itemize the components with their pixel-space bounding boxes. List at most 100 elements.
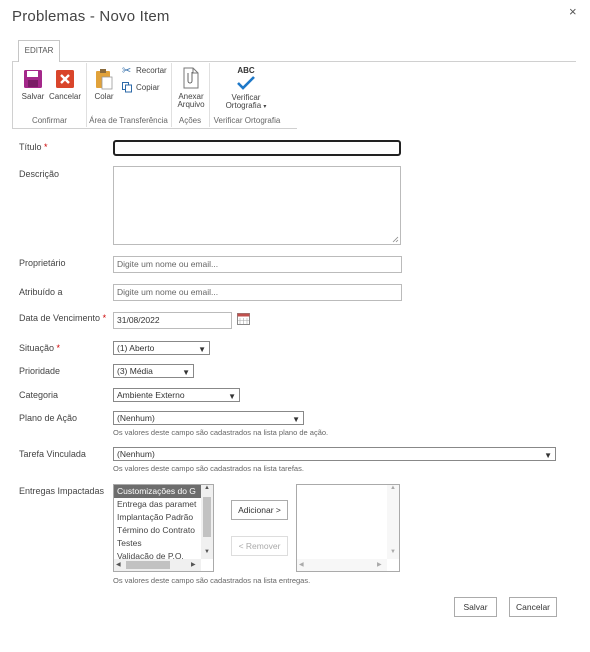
- priority-select[interactable]: (3) Média ▼: [113, 364, 194, 378]
- scroll-thumb[interactable]: [126, 561, 170, 569]
- paste-label: Colar: [94, 92, 114, 101]
- status-label-text: Situação: [19, 343, 55, 353]
- priority-label: Prioridade: [19, 366, 61, 376]
- status-label: Situação *: [19, 343, 60, 353]
- copy-label: Copiar: [136, 83, 160, 92]
- save-icon: [24, 70, 42, 88]
- assigned-input[interactable]: Digite um nome ou email...: [113, 284, 402, 301]
- chevron-down-icon: ▼: [198, 345, 206, 354]
- tab-editar[interactable]: EDITAR: [18, 40, 60, 62]
- list-item[interactable]: Testes: [114, 537, 201, 550]
- due-date-label: Data de Vencimento *: [19, 313, 106, 323]
- deliverables-hint: Os valores deste campo são cadastrados n…: [113, 576, 311, 585]
- action-plan-hint: Os valores deste campo são cadastrados n…: [113, 428, 329, 437]
- list-item[interactable]: Validação de P.O.: [114, 550, 201, 559]
- save-ribbon-button[interactable]: Salvar: [18, 67, 48, 107]
- cancel-ribbon-button[interactable]: Cancelar: [48, 67, 82, 107]
- spellcheck-button[interactable]: ABC Verificar Ortografia ▾: [220, 66, 272, 112]
- action-plan-select-value: (Nenhum): [117, 413, 155, 423]
- vertical-scrollbar[interactable]: ▲ ▼: [201, 485, 213, 559]
- spellcheck-label-line2: Ortografia ▾: [220, 101, 272, 110]
- scroll-left-icon[interactable]: ◀: [116, 561, 121, 568]
- scroll-up-icon[interactable]: ▲: [390, 485, 396, 491]
- required-marker: *: [44, 142, 48, 152]
- chevron-down-icon: ▼: [544, 451, 552, 460]
- status-select[interactable]: (1) Aberto ▼: [113, 341, 210, 355]
- chevron-down-icon: ▼: [292, 415, 300, 424]
- calendar-icon[interactable]: [237, 313, 250, 325]
- owner-input[interactable]: Digite um nome ou email...: [113, 256, 402, 273]
- required-marker: *: [102, 313, 107, 323]
- category-select-value: Ambiente Externo: [117, 390, 185, 400]
- dialog-title: Problemas - Novo Item: [12, 8, 170, 25]
- list-item[interactable]: Entrega das paramet: [114, 498, 201, 511]
- copy-button[interactable]: Copiar: [121, 82, 167, 95]
- due-date-label-text: Data de Vencimento: [19, 313, 101, 323]
- horizontal-scrollbar[interactable]: ◀ ▶: [297, 559, 387, 571]
- category-label: Categoria: [19, 390, 59, 400]
- attach-icon: [183, 67, 199, 89]
- deliverables-label: Entregas Impactadas: [19, 486, 105, 496]
- scroll-down-icon[interactable]: ▼: [204, 549, 210, 555]
- cancel-button[interactable]: Cancelar: [509, 597, 557, 617]
- description-label: Descrição: [19, 169, 60, 179]
- ribbon-divider: [296, 61, 576, 62]
- due-date-input[interactable]: 31/08/2022: [113, 312, 232, 329]
- status-select-value: (1) Aberto: [117, 343, 155, 353]
- group-confirmar: Confirmar: [31, 116, 68, 125]
- scissors-icon: ✂: [122, 65, 132, 77]
- scroll-down-icon[interactable]: ▼: [390, 549, 396, 555]
- remove-deliverable-button[interactable]: < Remover: [231, 536, 288, 556]
- action-plan-select[interactable]: (Nenhum) ▼: [113, 411, 304, 425]
- linked-task-select-value: (Nenhum): [117, 449, 155, 459]
- attach-file-button[interactable]: Anexar Arquivo: [174, 67, 208, 111]
- required-marker: *: [56, 343, 61, 353]
- scroll-right-icon[interactable]: ▶: [377, 561, 382, 568]
- cancel-ribbon-label: Cancelar: [48, 92, 81, 101]
- list-item[interactable]: Término do Contrato: [114, 524, 201, 537]
- linked-task-label: Tarefa Vinculada: [19, 449, 86, 459]
- chevron-down-icon: ▼: [228, 392, 236, 401]
- title-label: Título *: [19, 142, 48, 152]
- vertical-scrollbar[interactable]: ▲ ▼: [387, 485, 399, 559]
- dropdown-arrow-icon: ▾: [263, 104, 267, 110]
- available-deliverables-listbox[interactable]: Customizações do G Entrega das paramet I…: [113, 484, 214, 572]
- scroll-thumb[interactable]: [203, 497, 211, 537]
- list-item[interactable]: Implantação Padrão: [114, 511, 201, 524]
- scroll-left-icon[interactable]: ◀: [299, 561, 304, 568]
- attach-label-line2: Arquivo: [177, 100, 205, 109]
- add-deliverable-button[interactable]: Adicionar >: [231, 500, 288, 520]
- action-plan-label: Plano de Ação: [19, 413, 78, 423]
- listbox-items: Customizações do G Entrega das paramet I…: [114, 485, 201, 559]
- abc-text: ABC: [237, 66, 255, 75]
- list-item[interactable]: Customizações do G: [114, 485, 201, 498]
- checkmark-icon: [237, 76, 255, 90]
- scroll-right-icon[interactable]: ▶: [191, 561, 196, 568]
- spellcheck-label-text: Ortografia: [225, 101, 262, 110]
- scroll-up-icon[interactable]: ▲: [204, 485, 210, 491]
- clipboard-icon: [96, 69, 113, 90]
- description-textarea[interactable]: [113, 166, 401, 245]
- assigned-label: Atribuído a: [19, 287, 63, 297]
- copy-icon: [122, 82, 132, 93]
- owner-label: Proprietário: [19, 258, 66, 268]
- cut-button[interactable]: ✂ Recortar: [121, 65, 167, 78]
- close-icon[interactable]: ×: [569, 4, 577, 19]
- horizontal-scrollbar[interactable]: ◀ ▶: [114, 559, 201, 571]
- group-ortografia: Verificar Ortografia: [213, 116, 281, 125]
- group-acoes: Ações: [178, 116, 202, 125]
- save-ribbon-label: Salvar: [21, 92, 45, 101]
- resize-grip-icon[interactable]: [392, 236, 399, 243]
- cancel-icon: [56, 70, 74, 88]
- linked-task-select[interactable]: (Nenhum) ▼: [113, 447, 556, 461]
- linked-task-hint: Os valores deste campo são cadastrados n…: [113, 464, 304, 473]
- paste-button[interactable]: Colar: [90, 67, 118, 107]
- priority-select-value: (3) Média: [117, 366, 153, 376]
- title-input[interactable]: [113, 140, 401, 156]
- cut-label: Recortar: [136, 66, 167, 75]
- title-label-text: Título: [19, 142, 42, 152]
- group-transferencia: Área de Transferência: [89, 116, 168, 125]
- selected-deliverables-listbox[interactable]: ▲ ▼ ◀ ▶: [296, 484, 400, 572]
- save-button[interactable]: Salvar: [454, 597, 497, 617]
- category-select[interactable]: Ambiente Externo ▼: [113, 388, 240, 402]
